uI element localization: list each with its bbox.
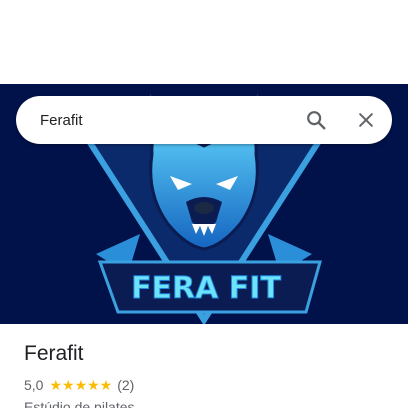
star-rating-icon: ★★★★★	[49, 377, 113, 393]
place-title[interactable]: Ferafit	[24, 340, 394, 368]
review-count[interactable]: (2)	[117, 376, 134, 394]
search-input[interactable]	[40, 96, 280, 144]
search-bar[interactable]	[16, 96, 392, 144]
place-info-panel: Ferafit 5,0 ★★★★★ (2) Estúdio de pilates	[24, 340, 394, 408]
place-category: Estúdio de pilates	[24, 399, 135, 408]
close-icon	[359, 113, 373, 127]
logo-text: FERA FIT	[131, 271, 281, 306]
rating-row[interactable]: 5,0 ★★★★★ (2)	[24, 376, 394, 394]
search-icon	[307, 111, 326, 130]
top-blank-area	[0, 0, 408, 84]
rating-value: 5,0	[24, 377, 44, 393]
search-button[interactable]	[302, 106, 330, 134]
clear-search-button[interactable]	[352, 106, 380, 134]
